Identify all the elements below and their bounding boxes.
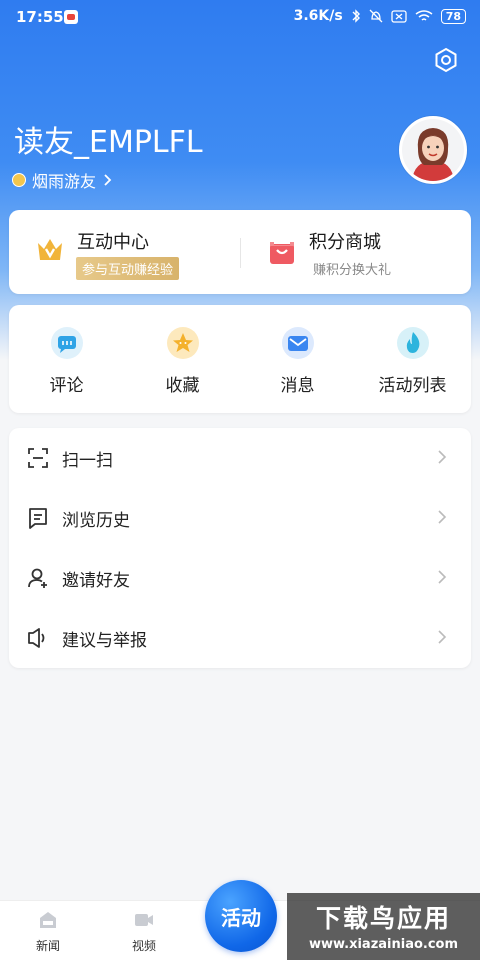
quick-action-activity-list[interactable]: 活动列表 (355, 305, 470, 413)
interaction-center-subtitle: 参与互动赚经验 (76, 257, 180, 280)
quick-actions-card: 评论 收藏 消息 活动列表 (9, 305, 471, 413)
menu-item-feedback[interactable]: 建议与举报 (9, 608, 471, 668)
menu-item-label: 扫一扫 (62, 451, 113, 471)
history-icon (29, 508, 47, 529)
sim-off-icon (391, 9, 407, 23)
menu-item-history[interactable]: 浏览历史 (9, 488, 471, 548)
chevron-right-icon (438, 570, 447, 584)
scan-icon (28, 448, 48, 468)
tab-news[interactable]: 新闻 (18, 907, 78, 954)
wifi-icon (415, 9, 433, 21)
menu-item-label: 邀请好友 (62, 571, 130, 591)
status-right: 3.6K/s 78 (294, 8, 466, 24)
invite-user-icon (28, 568, 47, 588)
watermark-url: www.xiazainiao.com (308, 937, 459, 952)
shopping-bag-icon (270, 242, 294, 264)
quick-action-label: 收藏 (165, 376, 200, 396)
mute-icon (369, 9, 383, 23)
crown-icon (38, 239, 62, 260)
user-level-label: 烟雨游友 (32, 172, 97, 191)
news-icon (40, 912, 56, 928)
video-icon (135, 914, 153, 926)
watermark-title: 下载鸟应用 (315, 904, 451, 933)
chevron-right-icon (438, 630, 447, 644)
username[interactable]: 读友_EMPLFL (14, 117, 203, 161)
avatar[interactable] (399, 116, 467, 184)
network-speed: 3.6K/s (293, 8, 343, 24)
menu-item-label: 建议与举报 (62, 631, 147, 651)
tab-news-label: 新闻 (35, 939, 60, 953)
menu-item-scan[interactable]: 扫一扫 (9, 428, 471, 488)
quick-action-comment[interactable]: 评论 (9, 305, 124, 413)
menu-card: 扫一扫 浏览历史 邀请好友 建议与举报 (9, 428, 471, 668)
menu-item-label: 浏览历史 (62, 511, 130, 531)
feature-card: 互动中心 参与互动赚经验 积分商城 赚积分换大礼 (9, 210, 471, 294)
quick-action-label: 消息 (280, 376, 315, 396)
star-icon (167, 327, 199, 359)
points-mall-subtitle: 赚积分换大礼 (313, 263, 392, 278)
menu-item-invite[interactable]: 邀请好友 (9, 548, 471, 608)
chevron-right-icon (438, 450, 447, 464)
interaction-center-title: 互动中心 (77, 232, 149, 253)
bluetooth-icon (352, 9, 360, 23)
watermark: 下载鸟应用 www.xiazainiao.com (287, 893, 480, 960)
activity-center-label: 活动 (221, 905, 261, 930)
status-time: 17:55 (16, 8, 64, 26)
tab-video[interactable]: 视频 (114, 907, 174, 954)
activity-center-button[interactable]: 活动 (205, 880, 277, 952)
quick-action-label: 活动列表 (378, 376, 447, 396)
flame-icon (397, 327, 429, 359)
quick-action-messages[interactable]: 消息 (240, 305, 355, 413)
mail-icon (282, 327, 314, 359)
avatar-illustration (402, 119, 464, 181)
battery-indicator: 78 (440, 8, 466, 24)
level-badge-icon (12, 173, 26, 187)
comment-icon (51, 327, 83, 359)
points-mall-title: 积分商城 (309, 232, 381, 253)
feedback-icon (28, 628, 45, 648)
chevron-right-icon (438, 510, 447, 524)
chevron-right-icon (104, 174, 112, 186)
quick-action-favorites[interactable]: 收藏 (125, 305, 240, 413)
notification-app-icon (64, 10, 78, 24)
user-level-link[interactable]: 烟雨游友 (12, 168, 112, 192)
points-mall-button[interactable]: 积分商城 赚积分换大礼 (241, 210, 471, 294)
status-bar: 17:55 3.6K/s 78 (0, 0, 480, 34)
settings-gear-icon[interactable] (432, 46, 460, 74)
interaction-center-button[interactable]: 互动中心 参与互动赚经验 (9, 210, 240, 294)
quick-action-label: 评论 (49, 376, 84, 396)
tab-video-label: 视频 (131, 939, 156, 953)
